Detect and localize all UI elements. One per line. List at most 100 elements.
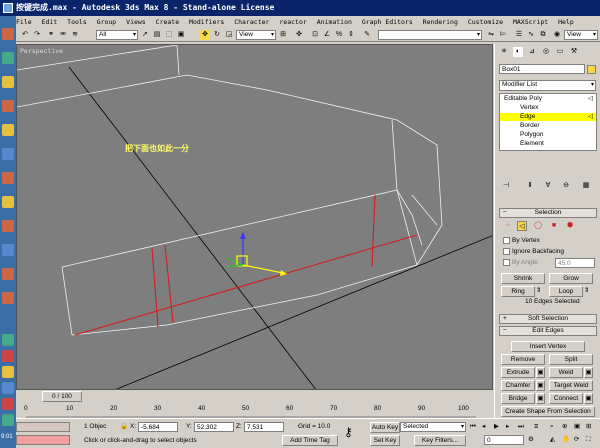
tray-icon[interactable] <box>2 366 14 378</box>
by-vertex-checkbox[interactable]: By Vertex <box>503 236 540 246</box>
select-scale-icon[interactable]: ◲ <box>224 30 234 40</box>
menu-rendering[interactable]: Rendering <box>423 18 458 26</box>
menu-graph-editors[interactable]: Graph Editors <box>362 18 413 26</box>
material-editor-icon[interactable]: ◉ <box>552 30 562 40</box>
snap-icon[interactable]: ⊡ <box>310 30 320 40</box>
auto-key-button[interactable]: Auto Key <box>370 422 400 433</box>
y-coord-field[interactable]: 52.302 <box>194 422 234 432</box>
unlink-icon[interactable]: ⚮ <box>58 30 68 40</box>
ring-spinner-icon[interactable]: ⇕ <box>536 286 541 296</box>
app-shortcut-icon[interactable] <box>2 244 14 256</box>
z-coord-field[interactable]: 7.531 <box>244 422 284 432</box>
chamfer-button[interactable]: Chamfer <box>501 380 535 391</box>
schematic-view-icon[interactable]: ⧉ <box>538 30 548 40</box>
select-by-name-icon[interactable]: ▤ <box>152 30 162 40</box>
menu-reactor[interactable]: reactor <box>279 18 306 26</box>
tray-icon[interactable] <box>2 414 14 426</box>
selection-filter-dropdown[interactable]: All <box>96 30 138 40</box>
connect-settings-icon[interactable]: ▣ <box>584 393 593 404</box>
time-config-icon[interactable]: ⚙ <box>528 435 534 445</box>
perspective-viewport[interactable]: Perspective 把下面也如此一分 <box>16 44 493 390</box>
set-key-icon[interactable]: ⚷ <box>344 426 353 438</box>
pan-icon[interactable]: ✋ <box>562 435 570 445</box>
object-name-field[interactable]: Box01 <box>499 64 585 74</box>
redo-icon[interactable]: ↷ <box>32 30 42 40</box>
maximize-viewport-icon[interactable]: ⛶ <box>586 435 591 445</box>
app-shortcut-icon[interactable] <box>2 292 14 304</box>
current-frame-field[interactable]: 0 <box>484 435 524 445</box>
weld-button[interactable]: Weld <box>549 367 583 378</box>
bind-space-warp-icon[interactable]: ≋ <box>70 30 80 40</box>
shrink-button[interactable]: Shrink <box>501 273 545 284</box>
maxscript-listener[interactable] <box>16 422 70 432</box>
menu-tools[interactable]: Tools <box>67 18 87 26</box>
undo-icon[interactable]: ↶ <box>20 30 30 40</box>
ring-button[interactable]: Ring <box>501 286 535 297</box>
link-icon[interactable]: ⚭ <box>46 30 56 40</box>
tray-icon[interactable] <box>2 334 14 346</box>
utilities-tab-icon[interactable]: ⚒ <box>569 47 579 57</box>
split-button[interactable]: Split <box>549 354 593 365</box>
folder-icon[interactable] <box>2 76 14 88</box>
select-object-icon[interactable]: ➚ <box>140 30 150 40</box>
menu-maxscript[interactable]: MAXScript <box>513 18 548 26</box>
stack-item-border[interactable]: Border <box>500 122 596 130</box>
stack-item-editable-poly[interactable]: Editable Poly ◁ <box>500 95 596 103</box>
zoom-all-icon[interactable]: ⊕ <box>562 422 567 432</box>
folder-icon[interactable] <box>2 124 14 136</box>
motion-tab-icon[interactable]: ◎ <box>541 47 551 57</box>
menu-edit[interactable]: Edit <box>42 18 58 26</box>
stack-item-vertex[interactable]: Vertex <box>500 104 596 112</box>
angle-snap-icon[interactable]: ∠ <box>322 30 332 40</box>
app-shortcut-icon[interactable] <box>2 268 14 280</box>
make-unique-icon[interactable]: ∀ <box>543 181 553 191</box>
named-selection-dropdown[interactable] <box>378 30 482 40</box>
app-shortcut-icon[interactable] <box>2 172 14 184</box>
tray-icon[interactable] <box>2 350 14 362</box>
element-level-icon[interactable]: ⬢ <box>565 221 575 231</box>
tray-icon[interactable] <box>2 382 14 394</box>
x-coord-field[interactable]: -5.684 <box>138 422 178 432</box>
menu-modifiers[interactable]: Modifiers <box>189 18 224 26</box>
reference-coord-dropdown[interactable]: View <box>236 30 276 40</box>
rect-selection-icon[interactable]: ⬚ <box>164 30 174 40</box>
menu-help[interactable]: Help <box>558 18 574 26</box>
zoom-extents-icon[interactable]: ▣ <box>574 422 580 432</box>
selection-rollout-header[interactable]: − Selection <box>499 208 597 218</box>
render-view-dropdown[interactable]: View <box>564 30 598 40</box>
tray-icon[interactable] <box>2 398 14 410</box>
show-end-result-icon[interactable]: Ⅱ <box>525 181 535 191</box>
pin-icon[interactable]: ◁ <box>588 95 593 103</box>
mirror-icon[interactable]: ⇋ <box>486 30 496 40</box>
edge-level-icon[interactable]: ◁ <box>517 221 527 231</box>
lock-selection-icon[interactable]: 🔒 <box>120 422 128 432</box>
app-shortcut-icon[interactable] <box>2 100 14 112</box>
zoom-extents-all-icon[interactable]: ⊞ <box>586 422 591 432</box>
goto-start-icon[interactable]: ⏮ <box>470 422 476 432</box>
angle-spinner[interactable]: 45.0 <box>555 258 595 268</box>
select-manipulate-icon[interactable]: ✜ <box>294 30 304 40</box>
prev-frame-icon[interactable]: ◂ <box>482 422 485 432</box>
menu-create[interactable]: Create <box>156 18 179 26</box>
window-crossing-icon[interactable]: ▣ <box>176 30 186 40</box>
key-filters-button[interactable]: Key Filters... <box>414 435 466 446</box>
ignore-backfacing-checkbox[interactable]: Ignore Backfacing <box>503 247 564 257</box>
zoom-icon[interactable]: ⌕ <box>550 422 554 432</box>
edit-named-sel-icon[interactable]: ✎ <box>362 30 372 40</box>
key-mode-dropdown[interactable]: Selected <box>400 422 466 432</box>
bridge-button[interactable]: Bridge <box>501 393 535 404</box>
maxscript-line[interactable] <box>16 435 70 445</box>
time-slider[interactable]: 0 / 100 <box>42 391 82 402</box>
pin-stack-icon[interactable]: ⊣ <box>501 181 511 191</box>
menu-views[interactable]: Views <box>126 18 146 26</box>
stack-item-edge[interactable]: Edge ◁ <box>500 113 596 121</box>
play-icon[interactable]: ▶ <box>494 422 499 432</box>
polygon-level-icon[interactable]: ■ <box>549 221 559 231</box>
modifier-list-dropdown[interactable]: Modifier List <box>499 80 596 91</box>
grow-button[interactable]: Grow <box>549 273 593 284</box>
menu-animation[interactable]: Animation <box>317 18 352 26</box>
app-shortcut-icon[interactable] <box>2 220 14 232</box>
layer-manager-icon[interactable]: ☰ <box>514 30 524 40</box>
select-move-icon[interactable]: ✥ <box>200 30 210 40</box>
pivot-center-icon[interactable]: ⊞ <box>278 30 288 40</box>
